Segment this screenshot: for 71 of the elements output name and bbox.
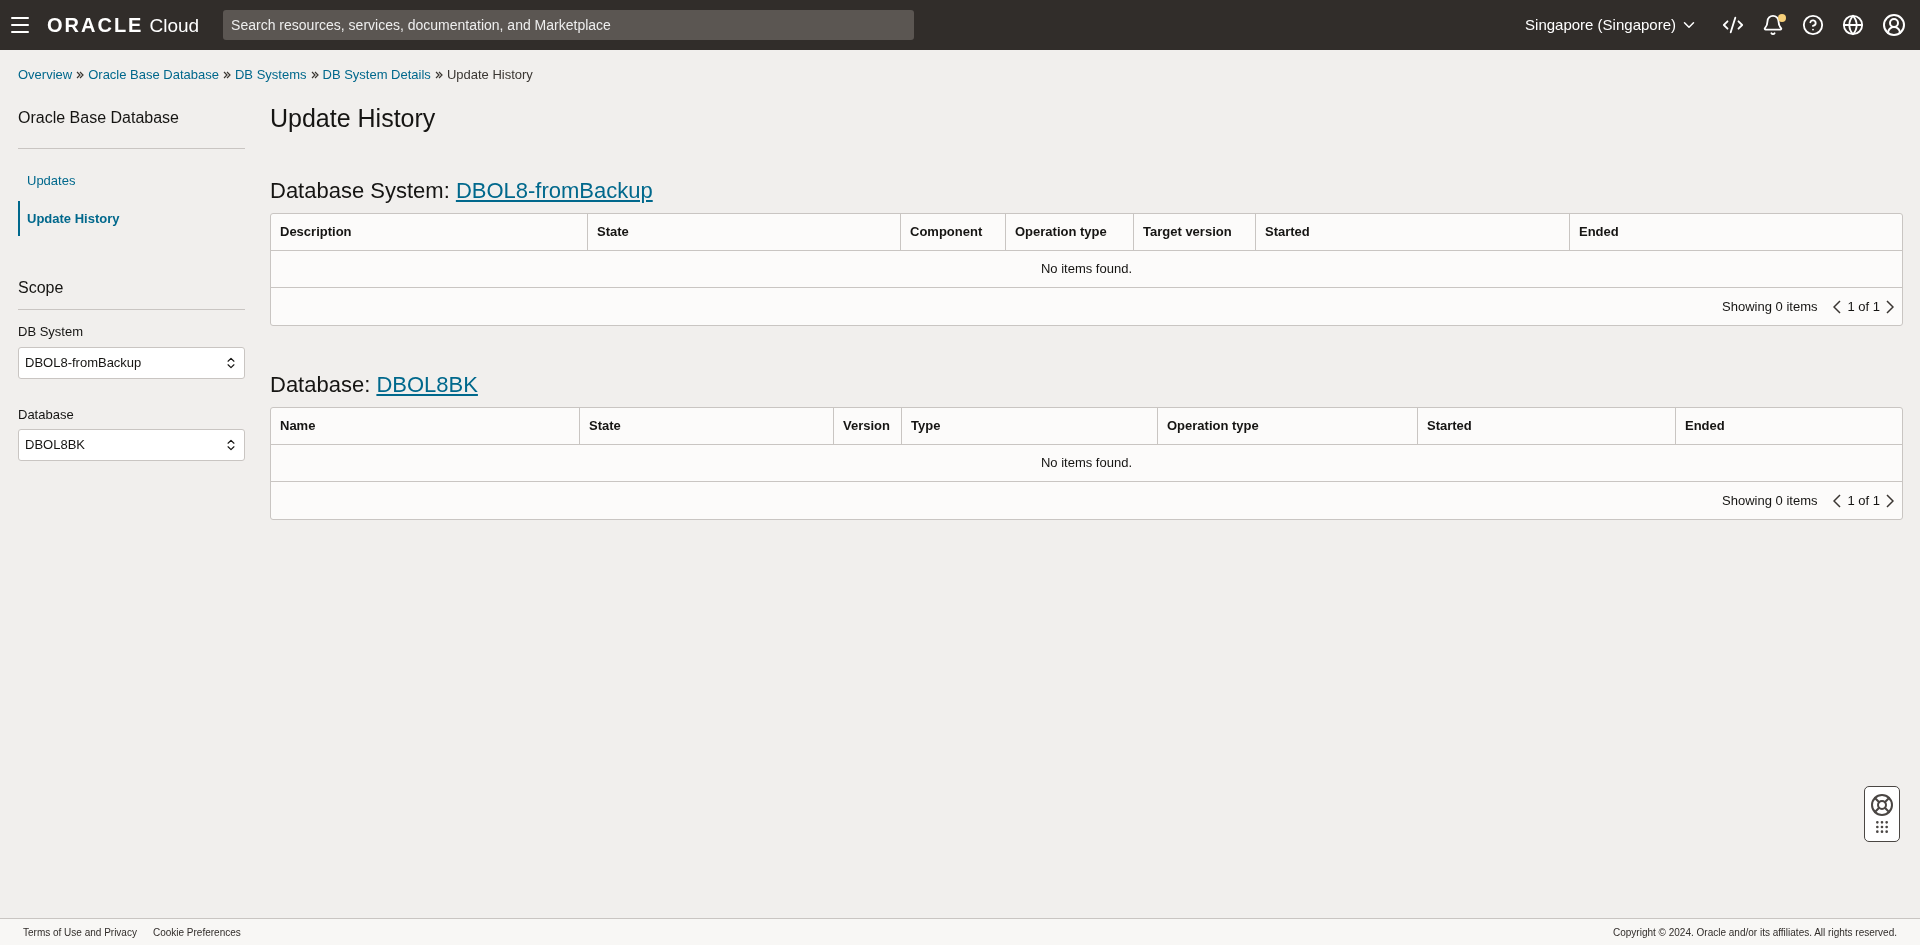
section-heading: Database: [270, 371, 372, 399]
grid-dots-icon [1874, 819, 1890, 835]
code-editor-button[interactable] [1722, 14, 1744, 36]
chevron-right-icon [1886, 299, 1894, 314]
breadcrumb-separator-icon [76, 71, 85, 79]
column-header[interactable]: Version [833, 408, 901, 444]
previous-page-button[interactable] [1831, 299, 1844, 314]
chevron-left-icon [1833, 299, 1842, 314]
page-indicator: 1 of 1 [1847, 297, 1880, 316]
footer-link[interactable]: Terms of Use and Privacy [23, 924, 137, 940]
help-button[interactable] [1802, 14, 1824, 36]
profile-button[interactable] [1882, 13, 1906, 37]
chevron-right-icon [1886, 493, 1894, 508]
resource-link[interactable]: DBOL8BK [376, 368, 478, 401]
page-title: Update History [270, 103, 437, 134]
section-heading: Database System: [270, 177, 451, 205]
resource-link[interactable]: DBOL8-fromBackup [455, 174, 653, 207]
lifebuoy-icon [1870, 793, 1894, 817]
user-avatar-icon [1882, 13, 1906, 37]
search-field[interactable]: Search resources, services, documentation, and Marketplace [223, 10, 915, 40]
breadcrumb-separator-icon [310, 71, 319, 79]
column-header[interactable]: Description [271, 214, 587, 250]
bell-icon [1762, 14, 1784, 36]
column-header[interactable]: Component [900, 214, 1005, 250]
sidebar-nav-item[interactable]: Update History [18, 200, 245, 236]
sidebar-nav-item[interactable]: Updates [18, 167, 245, 195]
select-label: DB System [18, 323, 84, 341]
breadcrumb-separator-icon [223, 71, 231, 79]
copyright-text: Copyright © 2024. Oracle and/or its affiliates. All rights reserved. [1613, 925, 1897, 940]
column-header[interactable]: Ended [1569, 214, 1902, 250]
column-header[interactable]: State [579, 408, 833, 444]
page-indicator: 1 of 1 [1847, 491, 1880, 510]
logo-product: Cloud [149, 13, 200, 38]
select-label: Database [18, 405, 75, 424]
help-widget-button[interactable] [1864, 786, 1900, 842]
logo[interactable]: ORACLE Cloud [47, 9, 200, 41]
sidebar-title: Oracle Base Database [18, 100, 245, 149]
chevron-left-icon [1833, 493, 1842, 508]
select-field[interactable]: DBOL8-fromBackup [18, 346, 245, 379]
notifications-button[interactable] [1762, 14, 1784, 36]
breadcrumb-link[interactable]: Oracle Base Database [88, 65, 219, 85]
items-count: Showing 0 items [1722, 297, 1818, 316]
column-header[interactable]: Name [271, 408, 579, 444]
column-header[interactable]: Started [1417, 408, 1675, 444]
breadcrumb-separator-icon [434, 71, 443, 79]
region-selector[interactable]: Singapore (Singapore) [1525, 13, 1698, 37]
breadcrumb-current: Update History [446, 66, 533, 85]
breadcrumb-link[interactable]: DB System Details [322, 65, 431, 85]
column-header[interactable]: Started [1255, 214, 1569, 250]
next-page-button[interactable] [1884, 493, 1896, 508]
previous-page-button[interactable] [1831, 493, 1844, 508]
column-header[interactable]: Type [901, 408, 1157, 444]
code-window-icon [1722, 14, 1744, 36]
column-header[interactable]: Target version [1133, 214, 1255, 250]
help-icon [1802, 14, 1824, 36]
column-header[interactable]: Operation type [1157, 408, 1417, 444]
scope-title: Scope [18, 276, 245, 310]
items-count: Showing 0 items [1722, 491, 1818, 510]
select-field[interactable]: DBOL8BK [18, 429, 245, 461]
column-header[interactable]: Ended [1675, 408, 1902, 444]
breadcrumb-link[interactable]: Overview [18, 65, 73, 85]
breadcrumb-link[interactable]: DB Systems [235, 65, 307, 85]
empty-message: No items found. [1040, 260, 1132, 279]
globe-icon [1842, 14, 1864, 36]
next-page-button[interactable] [1884, 299, 1896, 314]
language-button[interactable] [1842, 14, 1864, 36]
empty-message: No items found. [1040, 454, 1132, 473]
footer-link[interactable]: Cookie Preferences [152, 924, 241, 940]
column-header[interactable]: State [587, 214, 900, 250]
column-header[interactable]: Operation type [1005, 214, 1133, 250]
logo-brand: ORACLE [47, 12, 144, 38]
